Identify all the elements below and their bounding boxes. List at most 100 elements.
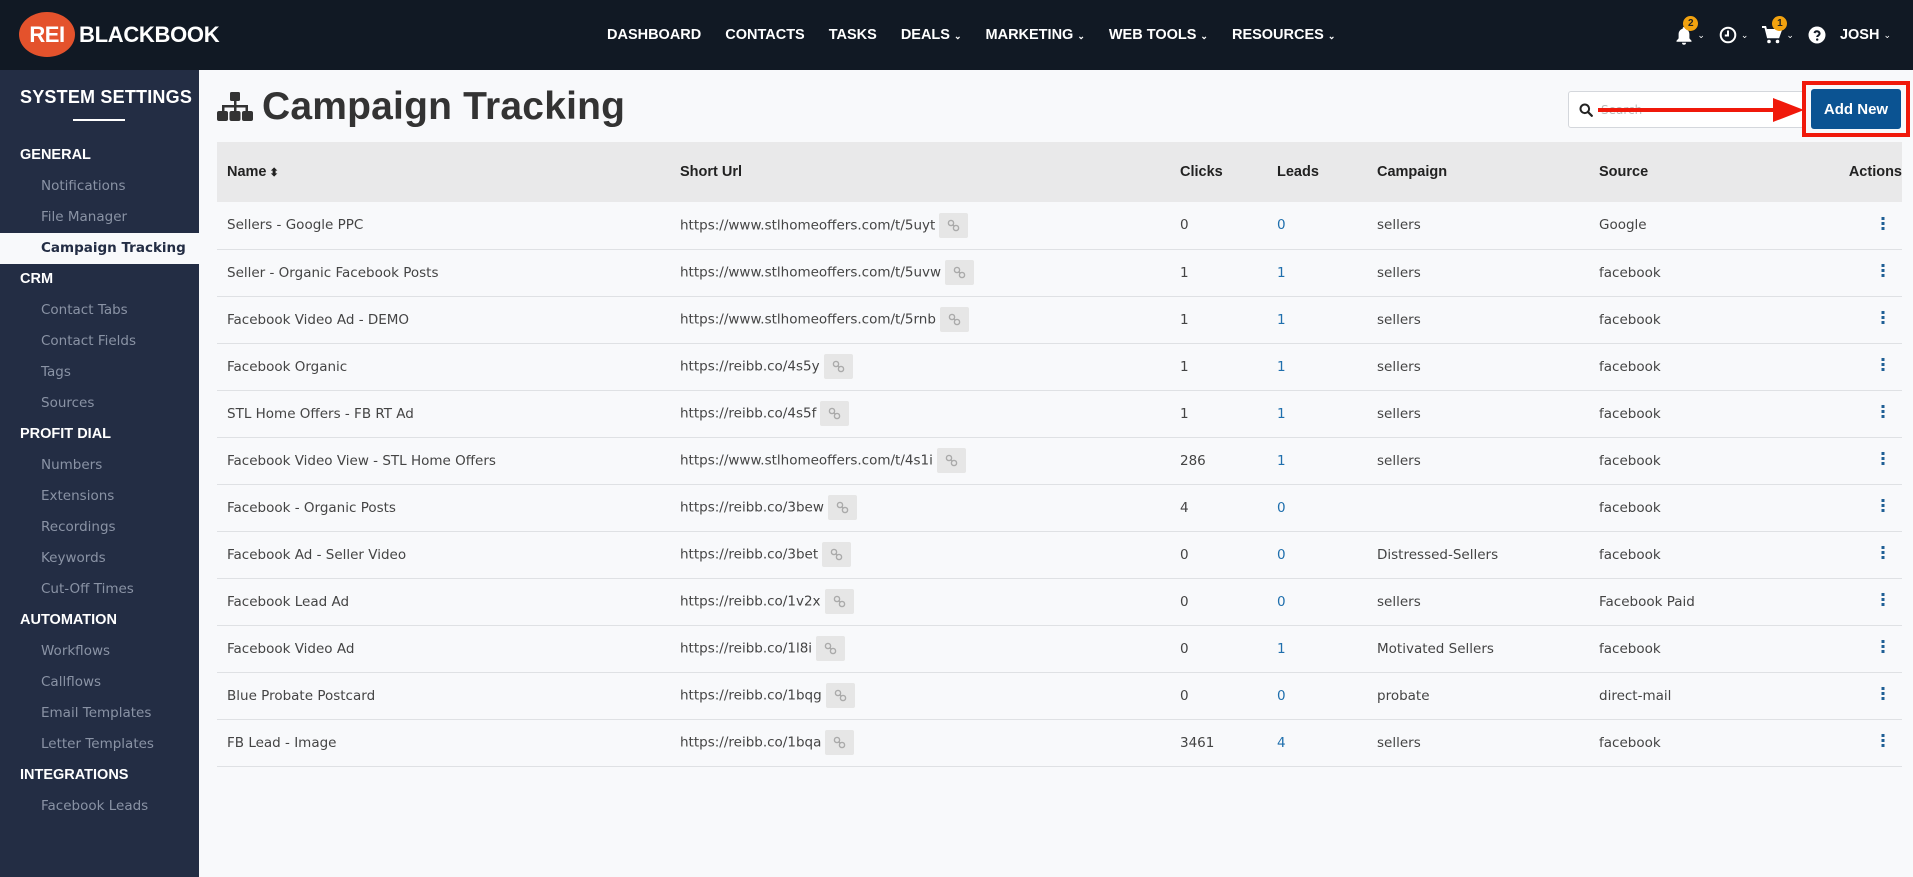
cart-button[interactable]: 1 ⌄	[1762, 16, 1794, 44]
cell-campaign	[1367, 484, 1589, 532]
sidebar-item-email-templates[interactable]: Email Templates	[0, 698, 199, 729]
sidebar-item-extensions[interactable]: Extensions	[0, 481, 199, 512]
page-title: Campaign Tracking	[262, 85, 626, 128]
cell-short-url: https://www.stlhomeoffers.com/t/5uvw	[670, 249, 1170, 297]
sidebar-item-cut-off-times[interactable]: Cut-Off Times	[0, 574, 199, 605]
nav-item-label: WEB TOOLS	[1108, 27, 1197, 43]
column-header-name[interactable]: Name ⬍	[217, 142, 670, 202]
copy-link-button[interactable]	[939, 212, 969, 238]
cell-campaign: sellers	[1367, 390, 1589, 438]
help-button[interactable]	[1808, 26, 1826, 44]
cell-short-url: https://www.stlhomeoffers.com/t/4s1i	[670, 437, 1170, 485]
more-actions-icon[interactable]	[1881, 311, 1885, 328]
nav-item-tasks[interactable]: TASKS	[829, 27, 877, 43]
cell-source: direct-mail	[1589, 672, 1809, 720]
cell-actions	[1809, 202, 1902, 250]
chevron-down-icon: ⌄	[1740, 31, 1749, 41]
cell-leads-link[interactable]: 1	[1267, 249, 1367, 297]
sidebar-item-workflows[interactable]: Workflows	[0, 636, 199, 667]
cell-leads-link[interactable]: 0	[1267, 484, 1367, 532]
nav-item-deals[interactable]: DEALS ⌄	[901, 27, 962, 43]
cell-leads-link[interactable]: 0	[1267, 672, 1367, 720]
sort-icon[interactable]: ⬍	[270, 167, 279, 179]
link-icon	[836, 501, 849, 514]
notifications-button[interactable]: 2 ⌄	[1675, 15, 1705, 45]
cell-leads-link[interactable]: 0	[1267, 531, 1367, 579]
cell-leads-link[interactable]: 1	[1267, 437, 1367, 485]
nav-item-contacts[interactable]: CONTACTS	[725, 27, 804, 43]
more-actions-icon[interactable]	[1881, 452, 1885, 469]
search-field[interactable]	[1568, 91, 1806, 128]
more-actions-icon[interactable]	[1881, 687, 1885, 704]
nav-item-label: TASKS	[828, 27, 877, 43]
more-actions-icon[interactable]	[1881, 546, 1885, 563]
short-url-text: https://reibb.co/1bqa	[680, 734, 822, 751]
sidebar-item-facebook-leads[interactable]: Facebook Leads	[0, 791, 199, 822]
more-actions-icon[interactable]	[1881, 216, 1885, 234]
add-new-button[interactable]: Add New	[1811, 89, 1901, 129]
sidebar-item-keywords[interactable]: Keywords	[0, 543, 199, 574]
cell-source: facebook	[1589, 484, 1809, 532]
cell-actions	[1809, 484, 1902, 532]
sidebar-item-letter-templates[interactable]: Letter Templates	[0, 729, 199, 760]
cell-leads-link[interactable]: 1	[1267, 296, 1367, 344]
short-url-text: https://www.stlhomeoffers.com/t/5rnb	[680, 311, 936, 328]
more-actions-icon[interactable]	[1881, 358, 1885, 375]
cell-name: Facebook Video Ad - DEMO	[217, 296, 670, 344]
cell-leads-link[interactable]: 0	[1267, 578, 1367, 626]
short-url-text: https://reibb.co/1l8i	[680, 640, 813, 657]
copy-link-button[interactable]	[936, 448, 966, 473]
cell-leads-link[interactable]: 0	[1267, 202, 1367, 250]
copy-link-button[interactable]	[816, 636, 846, 661]
nav-item-resources[interactable]: RESOURCES ⌄	[1232, 27, 1335, 43]
sidebar-item-file-manager[interactable]: File Manager	[0, 202, 199, 233]
cell-clicks: 1	[1170, 390, 1267, 438]
sidebar-item-numbers[interactable]: Numbers	[0, 450, 199, 481]
cell-leads-link[interactable]: 1	[1267, 343, 1367, 391]
more-actions-icon[interactable]	[1881, 640, 1885, 657]
chevron-down-icon: ⌄	[1077, 30, 1085, 41]
nav-item-label: MARKETING	[985, 27, 1074, 43]
cell-leads-link[interactable]: 1	[1267, 625, 1367, 673]
sidebar-item-contact-fields[interactable]: Contact Fields	[0, 326, 199, 357]
sidebar-item-callflows[interactable]: Callflows	[0, 667, 199, 698]
table-row: Facebook Video Ad https://reibb.co/1l8i 0 1…	[217, 625, 1902, 673]
more-actions-icon[interactable]	[1881, 405, 1885, 422]
cell-leads-link[interactable]: 4	[1267, 719, 1367, 767]
sidebar-item-sources[interactable]: Sources	[0, 388, 199, 419]
nav-item-dashboard[interactable]: DASHBOARD	[607, 27, 701, 43]
sidebar-item-notifications[interactable]: Notifications	[0, 171, 199, 202]
sidebar-item-campaign-tracking[interactable]: Campaign Tracking	[0, 233, 199, 264]
more-actions-icon[interactable]	[1881, 593, 1885, 610]
copy-link-button[interactable]	[939, 307, 969, 332]
copy-link-button[interactable]	[825, 730, 855, 755]
help-icon	[1808, 26, 1826, 44]
copy-link-button[interactable]	[820, 401, 850, 426]
page-header: Campaign Tracking	[217, 85, 625, 129]
column-header-leads: Leads	[1277, 164, 1319, 180]
sidebar-item-tags[interactable]: Tags	[0, 357, 199, 388]
nav-item-web-tools[interactable]: WEB TOOLS ⌄	[1109, 27, 1208, 43]
copy-link-button[interactable]	[823, 354, 853, 379]
nav-item-marketing[interactable]: MARKETING ⌄	[986, 27, 1085, 43]
more-actions-icon[interactable]	[1881, 734, 1885, 751]
copy-link-button[interactable]	[945, 260, 975, 285]
copy-link-button[interactable]	[824, 589, 854, 614]
user-menu[interactable]: JOSH ⌄	[1840, 27, 1891, 43]
table-header-row: Name ⬍ Short Url Clicks Leads Campaign So…	[217, 142, 1902, 202]
more-actions-icon[interactable]	[1881, 264, 1885, 281]
cell-name: STL Home Offers - FB RT Ad	[217, 390, 670, 438]
link-icon	[829, 407, 841, 420]
sidebar-item-contact-tabs[interactable]: Contact Tabs	[0, 295, 199, 326]
cell-clicks: 4	[1170, 484, 1267, 532]
cell-leads-link[interactable]: 1	[1267, 390, 1367, 438]
sidebar-item-recordings[interactable]: Recordings	[0, 512, 199, 543]
recent-activity-button[interactable]: ⌄	[1719, 26, 1749, 44]
copy-link-button[interactable]	[825, 683, 855, 708]
brand-logo[interactable]: REI BLACKBOOK	[19, 12, 220, 57]
search-input[interactable]	[1601, 102, 1791, 117]
more-actions-icon[interactable]	[1881, 499, 1885, 516]
cell-short-url: https://www.stlhomeoffers.com/t/5rnb	[670, 296, 1170, 344]
copy-link-button[interactable]	[827, 495, 857, 520]
copy-link-button[interactable]	[822, 542, 852, 567]
